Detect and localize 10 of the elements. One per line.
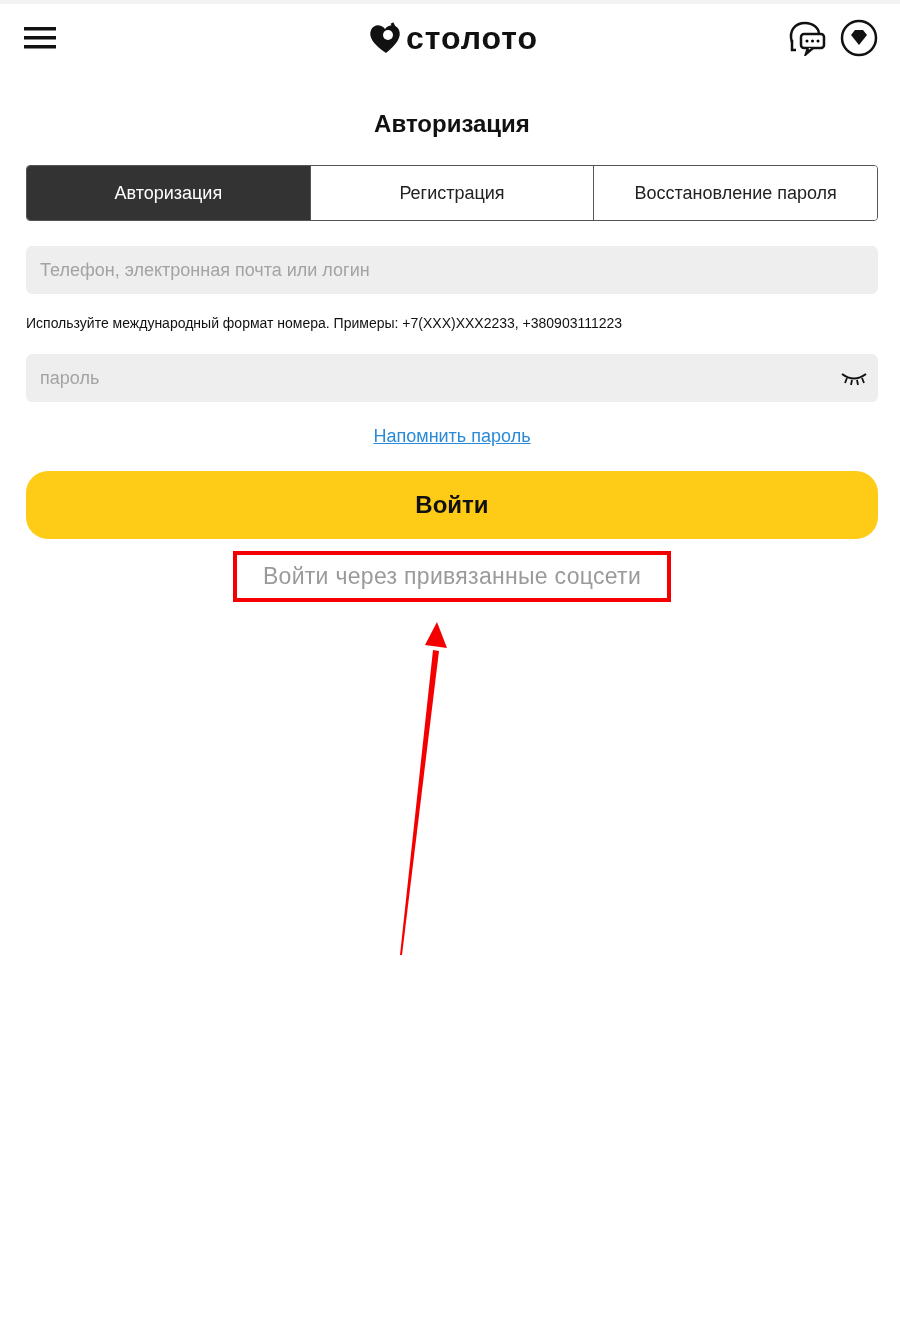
remind-password-link[interactable]: Напомнить пароль [373, 426, 531, 447]
login-button[interactable]: Войти [26, 471, 878, 539]
logo-text[interactable]: столото [405, 19, 539, 57]
menu-icon[interactable] [24, 26, 56, 50]
login-field[interactable]: Телефон, электронная почта или логин [26, 246, 878, 294]
auth-tab[interactable]: Авторизация [27, 166, 311, 220]
format-hint: Используйте международный формат номера. Примеры: +7(XXX)XXX2233, +380903111223 [26, 315, 623, 331]
closed-eye-icon[interactable] [840, 371, 868, 385]
password-field[interactable]: пароль [26, 354, 878, 402]
page-title: Авторизация [374, 110, 530, 138]
